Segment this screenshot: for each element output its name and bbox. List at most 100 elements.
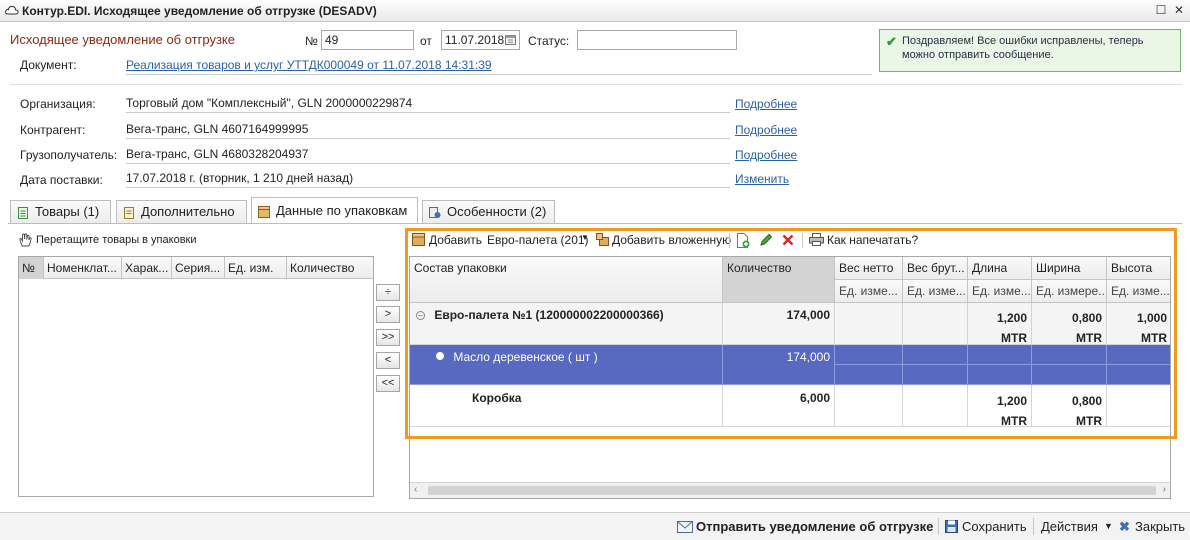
scroll-thumb[interactable] bbox=[428, 486, 1156, 495]
col-unit[interactable]: Ед. изм. bbox=[225, 257, 287, 279]
col-height[interactable]: Высота bbox=[1107, 257, 1170, 280]
box-length-value: 1,200 bbox=[996, 394, 1027, 408]
col-package-composition[interactable]: Состав упаковки bbox=[410, 257, 723, 303]
col-height-unit[interactable]: Ед. изме... bbox=[1107, 280, 1170, 303]
consignee-underline bbox=[126, 163, 730, 164]
col-nomenclature[interactable]: Номенклат... bbox=[44, 257, 122, 279]
drag-hand-icon bbox=[19, 233, 32, 247]
product-width bbox=[1032, 345, 1107, 365]
bullet-icon bbox=[436, 352, 444, 360]
package-add-icon bbox=[412, 233, 425, 246]
tab-features-label: Особенности (2) bbox=[447, 204, 547, 219]
how-to-print-label: Как напечатать? bbox=[827, 233, 919, 247]
scroll-right-icon[interactable]: › bbox=[1163, 484, 1166, 495]
pallet-width-unit: MTR bbox=[1076, 331, 1102, 345]
move-all-right-button[interactable]: >> bbox=[376, 329, 400, 346]
counterparty-underline bbox=[126, 138, 730, 139]
notice-text: Поздравляем! Все ошибки исправлены, тепе… bbox=[902, 35, 1144, 61]
consignee-value: Вега-транс, GLN 4680328204937 bbox=[126, 147, 309, 161]
document-link[interactable]: Реализация товаров и услуг УТТДК000049 о… bbox=[126, 58, 492, 72]
unpacked-goods-grid[interactable]: № Номенклат... Харак... Серия... Ед. изм… bbox=[18, 256, 374, 497]
product-quantity: 174,000 bbox=[723, 345, 835, 385]
split-button[interactable]: ÷ bbox=[376, 284, 400, 301]
col-width[interactable]: Ширина bbox=[1032, 257, 1107, 280]
tab-goods[interactable]: Товары (1) bbox=[10, 200, 111, 223]
collapse-icon[interactable]: – bbox=[416, 311, 425, 320]
table-row[interactable]: Коробка bbox=[410, 385, 723, 427]
product-width-unit bbox=[1032, 365, 1107, 385]
pallet-type-dropdown[interactable]: Евро-палета (201) ▼ bbox=[487, 232, 591, 250]
tab-packaging[interactable]: Данные по упаковкам bbox=[251, 197, 418, 224]
counterparty-details-link[interactable]: Подробнее bbox=[735, 123, 797, 137]
date-input[interactable]: 11.07.2018 bbox=[441, 30, 520, 50]
packages-grid[interactable]: Состав упаковки Количество Вес нетто Ед.… bbox=[409, 256, 1171, 499]
goods-tab-icon bbox=[18, 207, 28, 219]
window-title-bar: Контур.EDI. Исходящее уведомление об отг… bbox=[0, 0, 1190, 22]
product-length-unit bbox=[968, 365, 1032, 385]
col-package-quantity[interactable]: Количество bbox=[723, 257, 835, 303]
pallet-gross-weight bbox=[903, 303, 968, 345]
consignee-details-link[interactable]: Подробнее bbox=[735, 148, 797, 162]
organization-underline bbox=[126, 112, 730, 113]
number-label: № bbox=[305, 34, 318, 48]
unpacked-goods-header: № Номенклат... Харак... Серия... Ед. изм… bbox=[19, 257, 373, 279]
save-label: Сохранить bbox=[962, 519, 1027, 534]
check-icon: ✔ bbox=[886, 34, 897, 49]
tab-additional[interactable]: Дополнительно bbox=[116, 200, 247, 223]
pallet-name: Евро-палета №1 (120000002200000366) bbox=[434, 308, 664, 322]
pallet-type-label: Евро-палета (201) bbox=[487, 233, 589, 247]
status-input[interactable] bbox=[577, 30, 737, 50]
scroll-left-icon[interactable]: ‹ bbox=[414, 484, 417, 495]
col-net-weight-unit[interactable]: Ед. изме... bbox=[835, 280, 903, 303]
col-width-unit[interactable]: Ед. измере... bbox=[1032, 280, 1107, 303]
col-gross-weight[interactable]: Вес брут... bbox=[903, 257, 968, 280]
move-left-button[interactable]: < bbox=[376, 352, 400, 369]
move-all-left-button[interactable]: << bbox=[376, 375, 400, 392]
pallet-length-unit: MTR bbox=[1001, 331, 1027, 345]
product-height bbox=[1107, 345, 1170, 365]
number-input[interactable]: 49 bbox=[321, 30, 414, 50]
col-characteristic[interactable]: Харак... bbox=[122, 257, 172, 279]
box-height bbox=[1107, 385, 1170, 427]
floppy-disk-icon bbox=[945, 520, 958, 533]
pallet-height: 1,000 MTR bbox=[1107, 303, 1170, 345]
calendar-icon[interactable] bbox=[505, 34, 516, 45]
col-series[interactable]: Серия... bbox=[172, 257, 225, 279]
pallet-quantity: 174,000 bbox=[723, 303, 835, 345]
product-name: Масло деревенское ( шт ) bbox=[453, 350, 598, 364]
col-net-weight[interactable]: Вес нетто bbox=[835, 257, 903, 280]
close-window-button[interactable]: ✕ bbox=[1172, 3, 1186, 17]
pallet-height-unit: MTR bbox=[1141, 331, 1167, 345]
pallet-length: 1,200 MTR bbox=[968, 303, 1032, 345]
document-title: Исходящее уведомление об отгрузке bbox=[10, 32, 235, 47]
table-row[interactable]: Масло деревенское ( шт ) bbox=[410, 345, 723, 385]
change-delivery-date-link[interactable]: Изменить bbox=[735, 172, 789, 186]
col-number[interactable]: № bbox=[19, 257, 44, 279]
move-right-button[interactable]: > bbox=[376, 306, 400, 323]
tab-packaging-label: Данные по упаковкам bbox=[276, 203, 408, 218]
table-row[interactable]: – Евро-палета №1 (120000002200000366) bbox=[410, 303, 723, 345]
box-width: 0,800 MTR bbox=[1032, 385, 1107, 427]
edit-pencil-icon[interactable] bbox=[759, 233, 773, 247]
organization-details-link[interactable]: Подробнее bbox=[735, 97, 797, 111]
success-notice: ✔ Поздравляем! Все ошибки исправлены, те… bbox=[879, 29, 1181, 72]
close-x-icon: ✖ bbox=[1119, 519, 1130, 534]
col-length[interactable]: Длина bbox=[968, 257, 1032, 280]
box-net-weight bbox=[835, 385, 903, 427]
col-quantity[interactable]: Количество bbox=[287, 257, 373, 279]
add-nested-label: Добавить вложенную bbox=[612, 233, 732, 247]
toolbar-separator-2 bbox=[802, 233, 803, 248]
close-label: Закрыть bbox=[1135, 519, 1186, 534]
bottom-separator bbox=[938, 518, 939, 535]
product-net-weight-unit bbox=[835, 365, 903, 385]
tab-features[interactable]: Особенности (2) bbox=[422, 200, 555, 223]
delete-icon[interactable] bbox=[782, 234, 794, 246]
restore-button[interactable]: ☐ bbox=[1154, 3, 1168, 17]
horizontal-scrollbar[interactable]: ‹ › bbox=[410, 482, 1170, 498]
toolbar-separator bbox=[729, 233, 730, 248]
col-length-unit[interactable]: Ед. изме... bbox=[968, 280, 1032, 303]
add-package-label: Добавить bbox=[429, 233, 483, 247]
col-gross-weight-unit[interactable]: Ед. изме... bbox=[903, 280, 968, 303]
new-document-icon[interactable] bbox=[736, 233, 750, 248]
pallet-length-value: 1,200 bbox=[996, 311, 1027, 325]
